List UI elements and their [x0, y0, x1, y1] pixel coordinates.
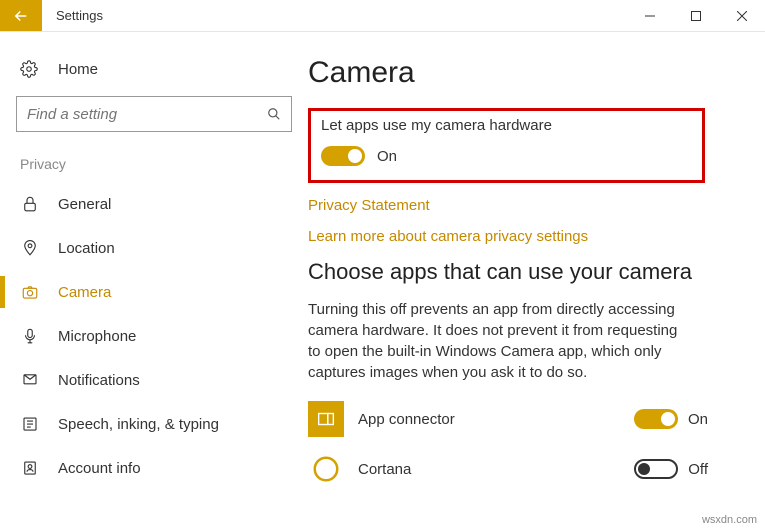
sidebar-item-speech[interactable]: Speech, inking, & typing [0, 402, 308, 446]
page-title: Camera [308, 56, 745, 90]
window-title: Settings [42, 0, 627, 31]
lock-icon [20, 195, 40, 213]
description: Turning this off prevents an app from di… [308, 299, 688, 383]
sidebar-item-label: Speech, inking, & typing [58, 416, 219, 433]
close-button[interactable] [719, 0, 765, 31]
sidebar-item-label: General [58, 196, 111, 213]
sidebar-item-notifications[interactable]: Notifications [0, 358, 308, 402]
app-connector-icon [308, 401, 344, 437]
notifications-icon [20, 371, 40, 389]
microphone-icon [20, 327, 40, 345]
speech-icon [20, 415, 40, 433]
cortana-icon [308, 451, 344, 487]
back-button[interactable] [0, 0, 42, 31]
privacy-statement-link[interactable]: Privacy Statement [308, 197, 745, 214]
app-connector-toggle[interactable] [634, 409, 678, 429]
home-label: Home [58, 61, 98, 78]
sidebar-item-label: Microphone [58, 328, 136, 345]
search-input-wrap[interactable] [16, 96, 292, 132]
search-icon [267, 107, 281, 121]
app-name: App connector [358, 411, 634, 428]
content-pane: Camera Let apps use my camera hardware O… [308, 32, 765, 530]
toggle-state: On [688, 411, 708, 428]
camera-access-toggle[interactable] [321, 146, 365, 166]
sidebar-item-label: Account info [58, 460, 141, 477]
location-icon [20, 239, 40, 257]
sidebar-item-label: Camera [58, 284, 111, 301]
sidebar-item-label: Notifications [58, 372, 140, 389]
minimize-button[interactable] [627, 0, 673, 31]
account-icon [20, 459, 40, 477]
toggle-state: On [377, 148, 397, 165]
highlight-box: Let apps use my camera hardware On [308, 108, 705, 183]
sidebar-item-account[interactable]: Account info [0, 446, 308, 490]
learn-more-link[interactable]: Learn more about camera privacy settings [308, 228, 745, 245]
cortana-toggle[interactable] [634, 459, 678, 479]
watermark: wsxdn.com [702, 514, 757, 526]
home-nav[interactable]: Home [0, 52, 308, 88]
sidebar-item-camera[interactable]: Camera [0, 270, 308, 314]
subheading: Choose apps that can use your camera [308, 259, 745, 285]
toggle-state: Off [688, 461, 708, 478]
gear-icon [20, 60, 40, 78]
app-name: Cortana [358, 461, 634, 478]
sidebar-item-label: Location [58, 240, 115, 257]
sidebar-item-location[interactable]: Location [0, 226, 308, 270]
section-label: Privacy [0, 150, 308, 182]
maximize-button[interactable] [673, 0, 719, 31]
main-toggle-label: Let apps use my camera hardware [321, 117, 686, 134]
app-row-connector: App connector On [308, 401, 708, 437]
search-input[interactable] [27, 106, 267, 123]
sidebar-item-general[interactable]: General [0, 182, 308, 226]
camera-icon [20, 283, 40, 301]
app-row-cortana: Cortana Off [308, 451, 708, 487]
sidebar: Home Privacy General Location Camera Mic… [0, 32, 308, 530]
sidebar-item-microphone[interactable]: Microphone [0, 314, 308, 358]
